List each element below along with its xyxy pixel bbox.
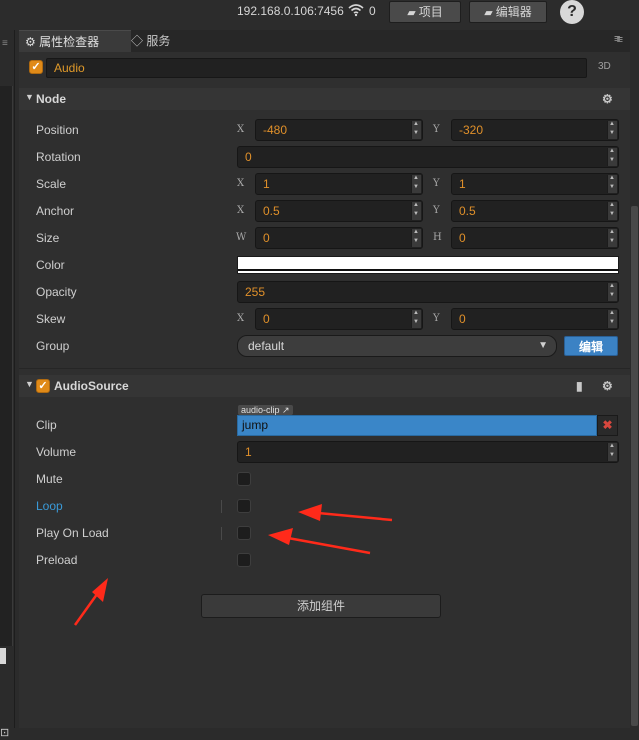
annotation-arrow-loop <box>298 504 393 522</box>
left-panel-icon[interactable]: ⊡ <box>0 726 9 740</box>
annotation-arrow-play-on-load <box>268 528 371 555</box>
annotation-arrows <box>73 504 393 626</box>
annotation-arrow-preload <box>73 578 108 626</box>
